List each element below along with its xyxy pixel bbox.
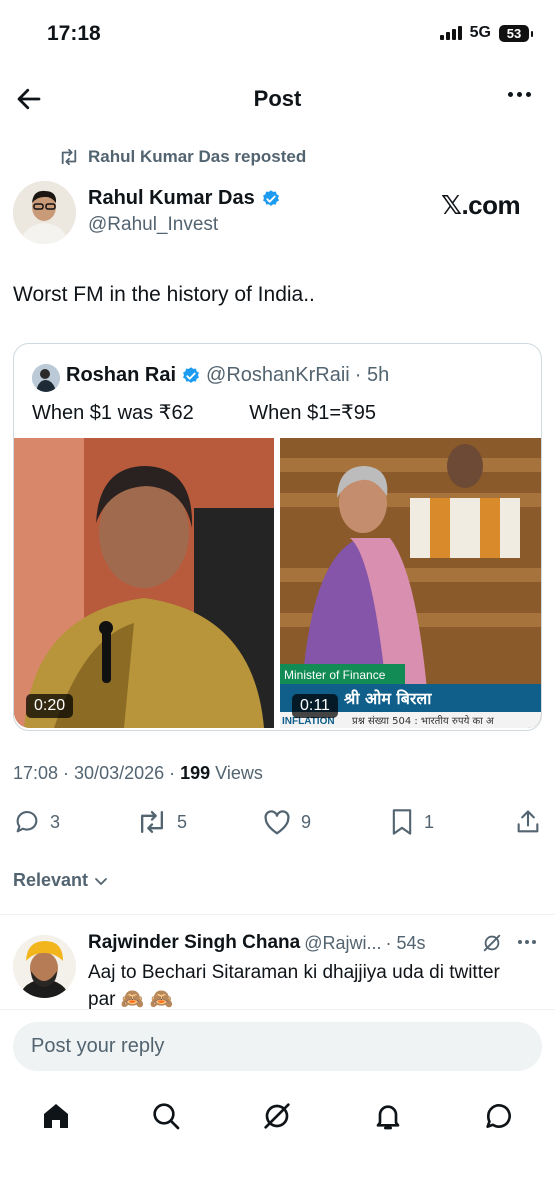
reply-count: 3 bbox=[50, 811, 61, 832]
reply-time: · 54s bbox=[385, 932, 426, 953]
views-label: Views bbox=[210, 763, 263, 783]
reply-text: Aaj to Bechari Sitaraman ki dhajjiya uda… bbox=[88, 962, 500, 1010]
author-name[interactable]: Rahul Kumar Das bbox=[88, 187, 255, 210]
share-button[interactable] bbox=[514, 808, 542, 836]
repost-text: Rahul Kumar Das reposted bbox=[88, 147, 307, 166]
divider bbox=[0, 914, 555, 915]
home-icon bbox=[44, 1104, 68, 1128]
post-text: Worst FM in the history of India.. bbox=[13, 283, 315, 306]
video-thumbnail-2[interactable]: Minister of Finance श्री ओम बिरला INFLAT… bbox=[280, 438, 541, 728]
comment-icon bbox=[16, 810, 38, 833]
share-icon bbox=[517, 810, 539, 833]
quoted-post-text: When $1 was ₹62 When $1=₹95 bbox=[32, 402, 376, 424]
chevron-down-icon bbox=[95, 877, 107, 885]
grok-icon bbox=[264, 1103, 290, 1129]
bookmark-icon bbox=[392, 809, 412, 835]
author-handle[interactable]: @Rahul_Invest bbox=[88, 214, 218, 236]
grok-icon bbox=[483, 934, 501, 952]
reply-sort-label: Relevant bbox=[13, 870, 89, 890]
nav-messages[interactable] bbox=[483, 1100, 515, 1132]
quoted-post-card[interactable]: Roshan Rai @RoshanKrRaii · 5h When $1 wa… bbox=[13, 343, 542, 731]
video-duration-2: 0:11 bbox=[292, 694, 338, 718]
reply-sort-dropdown[interactable]: Relevant bbox=[13, 870, 108, 891]
chat-icon bbox=[486, 1104, 511, 1128]
network-type: 5G bbox=[469, 24, 491, 41]
verified-badge-icon bbox=[262, 189, 279, 206]
repost-count: 5 bbox=[177, 811, 188, 832]
battery-icon: 53 bbox=[499, 24, 533, 42]
search-icon bbox=[153, 1103, 180, 1130]
grok-button[interactable] bbox=[481, 932, 503, 954]
reply-author-handle[interactable]: @Rajwi... bbox=[304, 933, 381, 954]
like-count: 9 bbox=[301, 811, 312, 832]
quoted-author-avatar[interactable] bbox=[32, 364, 60, 392]
nav-grok[interactable] bbox=[261, 1100, 293, 1132]
repost-indicator[interactable]: Rahul Kumar Das reposted bbox=[58, 147, 306, 167]
heart-icon bbox=[264, 810, 290, 835]
video-frame-image: Minister of Finance श्री ओम बिरला INFLAT… bbox=[280, 438, 541, 728]
video-frame-image bbox=[14, 438, 274, 728]
reply-avatar-image bbox=[13, 935, 76, 998]
verified-badge-icon bbox=[183, 366, 199, 383]
quoted-author-name[interactable]: Roshan Rai bbox=[66, 364, 176, 387]
quoted-avatar-image bbox=[32, 364, 60, 392]
quoted-post-header: Roshan Rai @RoshanKrRaii · 5h bbox=[66, 364, 389, 387]
more-options-button[interactable] bbox=[508, 92, 531, 97]
nav-home[interactable] bbox=[40, 1100, 72, 1132]
page-title: Post bbox=[253, 86, 302, 111]
signal-icon bbox=[439, 26, 462, 40]
video-thumbnail-1[interactable]: 0:20 bbox=[14, 438, 274, 728]
repost-icon bbox=[61, 148, 77, 166]
quoted-media: 0:20 Minister of Finance श्री ओम बिरला I… bbox=[14, 438, 541, 730]
video-caption-main: श्री ओम बिरला bbox=[344, 689, 432, 708]
nav-notifications[interactable] bbox=[372, 1100, 404, 1132]
reply-more-button[interactable] bbox=[518, 940, 536, 944]
reply-header: Rajwinder Singh Chana @Rajwi... · 54s bbox=[88, 932, 426, 954]
reply-author-avatar[interactable] bbox=[13, 935, 76, 998]
xcom-watermark: 𝕏.com bbox=[441, 190, 521, 220]
reply-input[interactable] bbox=[13, 1022, 542, 1071]
quoted-post-time: · 5h bbox=[354, 364, 390, 386]
author-name-row[interactable]: Rahul Kumar Das bbox=[88, 187, 281, 210]
reply-button[interactable]: 3 bbox=[13, 808, 60, 836]
status-indicators: 5G 53 bbox=[439, 24, 533, 42]
author-avatar-image bbox=[13, 181, 76, 244]
video-ticker-text: प्रश्न संख्या 504 : भारतीय रुपये का अ bbox=[352, 715, 494, 727]
author-avatar[interactable] bbox=[13, 181, 76, 244]
reply-author-name[interactable]: Rajwinder Singh Chana bbox=[88, 932, 300, 954]
repost-icon bbox=[140, 810, 164, 834]
bell-icon bbox=[376, 1105, 400, 1130]
post-meta: 17:08 · 30/03/2026 · 199 Views bbox=[13, 763, 263, 784]
quoted-author-handle[interactable]: @RoshanKrRaii bbox=[206, 364, 350, 387]
post-timestamp: 17:08 · 30/03/2026 · bbox=[13, 763, 181, 783]
video-duration-1: 0:20 bbox=[26, 694, 74, 718]
nav-search[interactable] bbox=[150, 1100, 182, 1132]
status-time: 17:18 bbox=[47, 22, 101, 45]
bookmark-button[interactable]: 1 bbox=[389, 808, 434, 836]
repost-button[interactable]: 5 bbox=[136, 808, 187, 836]
video-caption-top: Minister of Finance bbox=[284, 668, 386, 682]
views-count: 199 bbox=[180, 763, 211, 783]
bookmark-count: 1 bbox=[424, 811, 435, 832]
like-button[interactable]: 9 bbox=[262, 808, 311, 836]
